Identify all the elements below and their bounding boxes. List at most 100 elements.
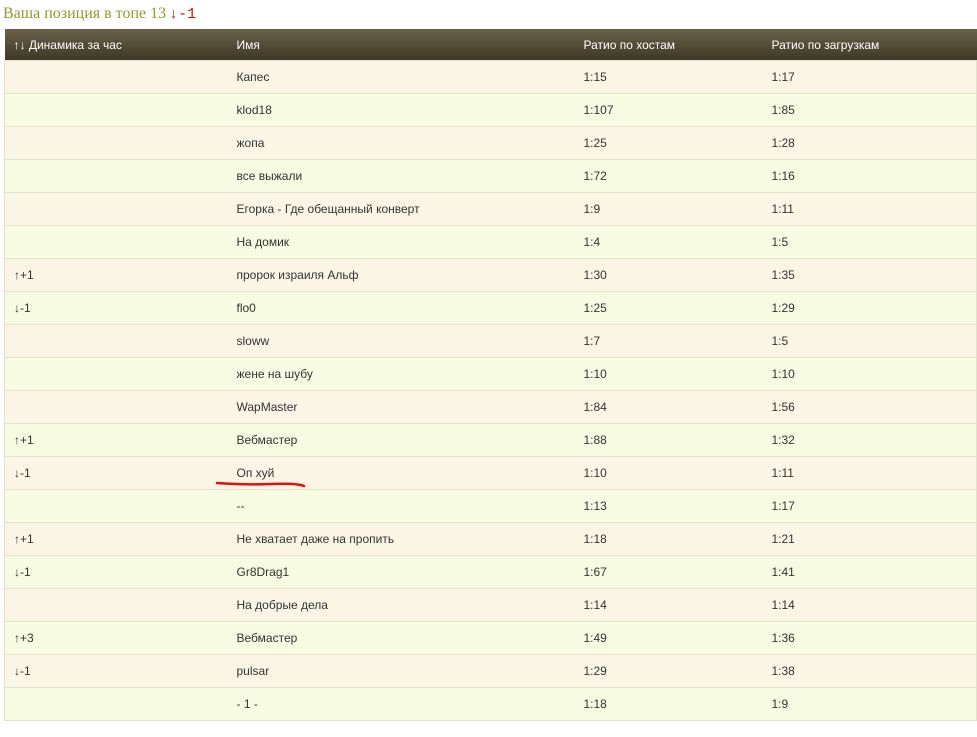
user-name: жопа xyxy=(236,136,265,150)
user-name: все выжали xyxy=(236,169,303,183)
table-row: ↓-1 Gr8Drag1 1:67 1:41 xyxy=(4,555,977,589)
host-ratio-cell: 1:14 xyxy=(574,588,763,622)
name-cell: Gr8Drag1 xyxy=(227,555,575,589)
host-ratio-cell: 1:4 xyxy=(574,225,763,259)
host-ratio-cell: 1:10 xyxy=(574,456,763,490)
user-name: Gr8Drag1 xyxy=(236,565,290,579)
name-cell: Вебмастер xyxy=(227,621,575,655)
table-row: ↑+3 Вебмастер 1:49 1:36 xyxy=(4,621,977,655)
name-cell: пророк израиля Альф xyxy=(227,258,575,292)
table-row: жене на шубу 1:10 1:10 xyxy=(4,357,977,391)
dynamics-cell xyxy=(4,489,228,523)
table-header-row: ↑↓ Динамика за час Имя Ратио по хостам Р… xyxy=(4,29,977,61)
dynamics-cell xyxy=(4,225,228,259)
dynamics-cell: ↑+1 xyxy=(4,423,228,457)
host-ratio-cell: 1:25 xyxy=(574,291,763,325)
dynamics-cell xyxy=(4,357,228,391)
name-cell: - 1 - xyxy=(227,687,575,721)
name-cell: На добрые дела xyxy=(227,588,575,622)
name-cell: WapMaster xyxy=(227,390,575,424)
host-ratio-cell: 1:84 xyxy=(574,390,763,424)
user-name: Не хватает даже на пропить xyxy=(236,532,395,546)
table-row: ↑+1 пророк израиля Альф 1:30 1:35 xyxy=(4,258,977,292)
host-ratio-cell: 1:25 xyxy=(574,126,763,160)
table-row: -- 1:13 1:17 xyxy=(4,489,977,523)
dynamics-cell: ↑+3 xyxy=(4,621,228,655)
dynamics-cell xyxy=(4,93,228,127)
dynamics-cell xyxy=(4,390,228,424)
user-name: жене на шубу xyxy=(236,367,313,381)
load-ratio-cell: 1:35 xyxy=(762,258,977,292)
user-name: -- xyxy=(236,499,245,513)
table-row: жопа 1:25 1:28 xyxy=(4,126,977,160)
column-header-host-ratio[interactable]: Ратио по хостам xyxy=(574,29,763,61)
load-ratio-cell: 1:32 xyxy=(762,423,977,457)
dynamics-cell: ↓-1 xyxy=(4,456,228,490)
position-indicator: Ваша позиция в топе 13 ↓-1 xyxy=(3,5,196,23)
load-ratio-cell: 1:9 xyxy=(762,687,977,721)
table-row: - 1 - 1:18 1:9 xyxy=(4,687,977,721)
host-ratio-cell: 1:107 xyxy=(574,93,763,127)
host-ratio-cell: 1:67 xyxy=(574,555,763,589)
dynamics-cell: ↓-1 xyxy=(4,555,228,589)
load-ratio-cell: 1:11 xyxy=(762,456,977,490)
load-ratio-cell: 1:28 xyxy=(762,126,977,160)
column-header-load-ratio[interactable]: Ратио по загрузкам xyxy=(762,29,977,61)
load-ratio-cell: 1:17 xyxy=(762,60,977,94)
column-header-name[interactable]: Имя xyxy=(227,29,575,61)
name-cell: Не хватает даже на пропить xyxy=(227,522,575,556)
load-ratio-cell: 1:56 xyxy=(762,390,977,424)
name-cell: Вебмастер xyxy=(227,423,575,457)
column-header-dynamics[interactable]: ↑↓ Динамика за час xyxy=(4,29,228,61)
name-cell: жене на шубу xyxy=(227,357,575,391)
table-row: На домик 1:4 1:5 xyxy=(4,225,977,259)
host-ratio-cell: 1:18 xyxy=(574,687,763,721)
dynamics-cell xyxy=(4,192,228,226)
user-name: Капес xyxy=(236,70,270,84)
name-cell: pulsar xyxy=(227,654,575,688)
name-cell: sloww xyxy=(227,324,575,358)
table-row: sloww 1:7 1:5 xyxy=(4,324,977,358)
table-row: На добрые дела 1:14 1:14 xyxy=(4,588,977,622)
host-ratio-cell: 1:72 xyxy=(574,159,763,193)
dynamics-cell: ↑+1 xyxy=(4,258,228,292)
load-ratio-cell: 1:36 xyxy=(762,621,977,655)
table-row: klod18 1:107 1:85 xyxy=(4,93,977,127)
name-cell: klod18 xyxy=(227,93,575,127)
table-row: ↑+1 Не хватает даже на пропить 1:18 1:21 xyxy=(4,522,977,556)
dynamics-cell xyxy=(4,324,228,358)
user-name: flo0 xyxy=(236,301,256,315)
user-name: WapMaster xyxy=(236,400,298,414)
dynamics-cell: ↓-1 xyxy=(4,654,228,688)
load-ratio-cell: 1:29 xyxy=(762,291,977,325)
table-row: WapMaster 1:84 1:56 xyxy=(4,390,977,424)
user-name: Егорка - Где обещанный конверт xyxy=(236,202,420,216)
load-ratio-cell: 1:16 xyxy=(762,159,977,193)
dynamics-cell: ↓-1 xyxy=(4,291,228,325)
host-ratio-cell: 1:49 xyxy=(574,621,763,655)
host-ratio-cell: 1:30 xyxy=(574,258,763,292)
host-ratio-cell: 1:7 xyxy=(574,324,763,358)
name-cell: Капес xyxy=(227,60,575,94)
table-row: Капес 1:15 1:17 xyxy=(4,60,977,94)
load-ratio-cell: 1:5 xyxy=(762,324,977,358)
host-ratio-cell: 1:13 xyxy=(574,489,763,523)
load-ratio-cell: 1:14 xyxy=(762,588,977,622)
dynamics-cell xyxy=(4,159,228,193)
dynamics-cell xyxy=(4,687,228,721)
user-name: - 1 - xyxy=(236,697,258,711)
user-name: Вебмастер xyxy=(236,433,298,447)
name-cell: На домик xyxy=(227,225,575,259)
host-ratio-cell: 1:9 xyxy=(574,192,763,226)
red-underline-annotation xyxy=(215,481,305,488)
user-name: sloww xyxy=(236,334,270,348)
dynamics-cell xyxy=(4,588,228,622)
load-ratio-cell: 1:10 xyxy=(762,357,977,391)
table-row: ↓-1 Оп хуй 1:10 1:11 xyxy=(4,456,977,490)
user-name: klod18 xyxy=(236,103,272,117)
table-row: ↓-1 pulsar 1:29 1:38 xyxy=(4,654,977,688)
host-ratio-cell: 1:88 xyxy=(574,423,763,457)
load-ratio-cell: 1:17 xyxy=(762,489,977,523)
name-cell: жопа xyxy=(227,126,575,160)
user-name: На добрые дела xyxy=(236,598,328,612)
